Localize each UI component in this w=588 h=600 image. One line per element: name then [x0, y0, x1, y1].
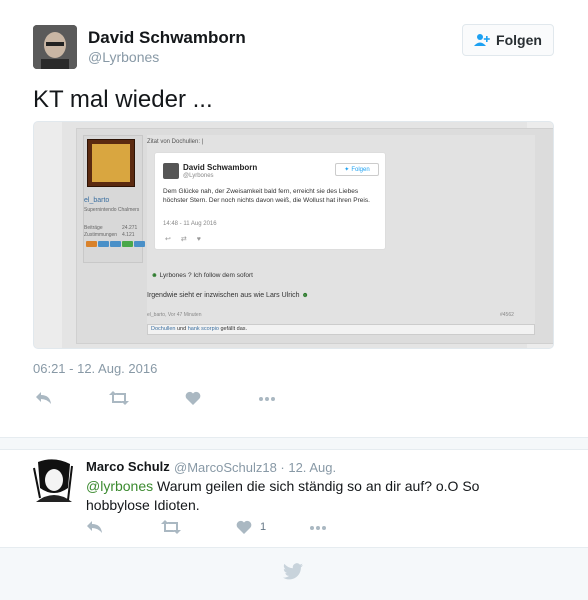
forum-user-avatar [87, 139, 135, 187]
reply-like-button[interactable]: 1 [236, 520, 266, 534]
card-author-handle: @Lyrbones [183, 173, 214, 179]
reply-author-avatar[interactable] [32, 458, 76, 502]
reply-author-handle-date[interactable]: @MarcoSchulz18 · 12. Aug. [174, 460, 336, 475]
forum-user-panel: el_barto Supernintendo Chalmers Beiträge… [83, 135, 145, 263]
retweet-icon [109, 391, 129, 405]
author-avatar[interactable] [33, 25, 77, 69]
card-date: 14:48 - 11 Aug 2016 [163, 221, 217, 227]
smiley-icon: ☻ [301, 292, 309, 299]
add-user-icon [474, 34, 490, 46]
reply-mention-link[interactable]: @lyrbones [86, 478, 153, 494]
card-text: Dem Glücke nah, der Zweisamkeit bald fer… [163, 188, 370, 204]
twitter-bird-icon: ✦ [344, 167, 350, 173]
heart-icon [185, 391, 201, 405]
twitter-bird-icon[interactable] [283, 563, 303, 580]
forum-post-meta: el_barto, Vor 47 Minuten [147, 312, 202, 318]
more-dots-icon [310, 526, 326, 530]
heart-icon [236, 520, 252, 534]
forum-line-follow: ☻ Lyrbones ? Ich follow dem sofort [151, 272, 253, 279]
reply-text: @lyrbones Warum geilen die sich ständig … [86, 477, 536, 515]
forum-post-id: #4562 [500, 312, 514, 318]
tweet-page: David Schwamborn @Lyrbones Folgen KT mal… [0, 0, 588, 600]
card-avatar [163, 163, 179, 179]
stat-value: 24.271 [122, 225, 138, 231]
more-dots-icon [259, 397, 275, 401]
reply-icon [87, 521, 102, 533]
reply-author-name[interactable]: Marco Schulz [86, 459, 170, 474]
forum-badges [86, 241, 145, 247]
stat-label: Zustimmungen [84, 232, 118, 238]
forum-user-title: Supernintendo Chalmers [84, 207, 140, 213]
reply-button[interactable] [35, 391, 52, 405]
forum-likes-bar: Dochullen und hank scorpio gefällt das. [147, 324, 535, 335]
stat-label: Beiträge [84, 225, 103, 231]
section-divider [0, 437, 588, 450]
forum-user-name: el_barto [84, 197, 110, 204]
card-follow-button: ✦ Folgen [335, 163, 379, 176]
like-button[interactable] [185, 391, 201, 405]
reply-more-button[interactable] [309, 520, 327, 534]
reply-icon [36, 392, 51, 404]
stat-value: 4.121 [122, 232, 135, 238]
forum-line-comment: Irgendwie sieht er inzwischen aus wie La… [147, 292, 309, 299]
follow-button[interactable]: Folgen [462, 24, 554, 56]
tweet-media-image[interactable]: el_barto Supernintendo Chalmers Beiträge… [33, 121, 554, 349]
author-name[interactable]: David Schwamborn [88, 28, 246, 48]
reply-like-count: 1 [260, 521, 267, 533]
card-actions: ↩⇄♥ [165, 236, 211, 243]
follow-label: Folgen [496, 32, 542, 48]
author-handle[interactable]: @Lyrbones [88, 49, 159, 65]
retweet-button[interactable] [109, 391, 129, 405]
smiley-icon: ☻ [151, 272, 158, 279]
tweet-timestamp[interactable]: 06:21 - 12. Aug. 2016 [33, 361, 157, 376]
tweet-text: KT mal wieder ... [33, 86, 213, 113]
card-author-name: David Schwamborn [183, 163, 258, 172]
reply-reply-button[interactable] [86, 520, 103, 534]
reply-retweet-button[interactable] [161, 520, 181, 534]
retweet-icon [161, 520, 181, 534]
more-button[interactable] [258, 391, 276, 405]
quote-header: Zitat von Dochullen: | [147, 139, 204, 145]
embedded-tweet-card: David Schwamborn @Lyrbones ✦ Folgen Dem … [154, 152, 386, 250]
